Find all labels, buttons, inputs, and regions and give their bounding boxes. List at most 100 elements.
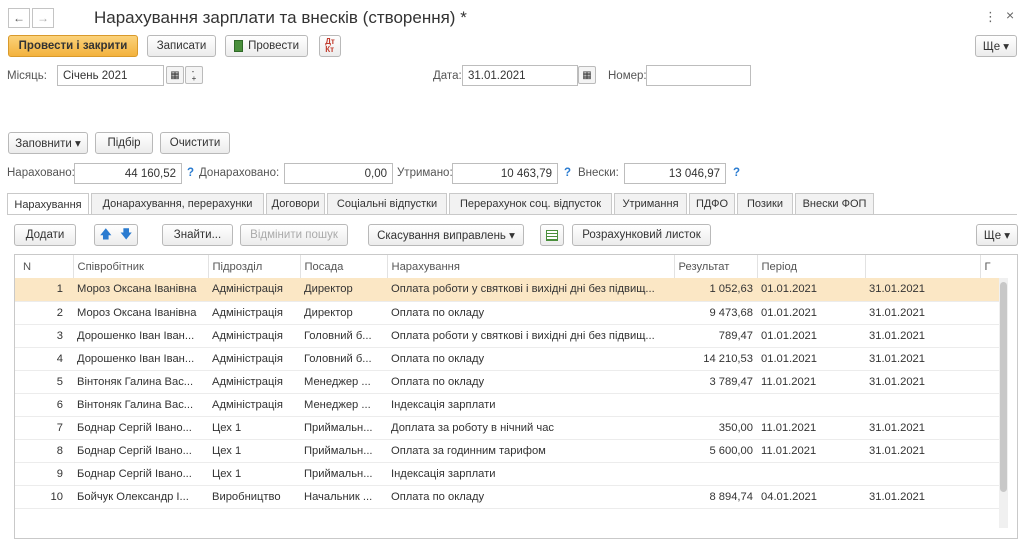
payslip-button[interactable]: Розрахунковий листок xyxy=(572,224,711,246)
cell-period[interactable]: 01.01.2021 xyxy=(757,347,865,371)
cell-department[interactable]: Адміністрація xyxy=(208,370,300,394)
vertical-scrollbar[interactable] xyxy=(999,278,1008,528)
tab-accruals[interactable]: Нарахування xyxy=(7,193,89,215)
more-menu-icon[interactable]: ⋮ xyxy=(984,9,997,25)
col-period[interactable]: Період xyxy=(757,255,866,278)
calendar-icon[interactable]: ▦ xyxy=(166,66,184,84)
cell-extra[interactable] xyxy=(980,462,1000,486)
cell-period[interactable]: 11.01.2021 xyxy=(757,439,865,463)
cell-position[interactable]: Директор xyxy=(300,301,387,325)
cell-period-end[interactable]: 31.01.2021 xyxy=(865,278,980,302)
cell-accrual[interactable]: Оплата по окладу xyxy=(387,301,674,325)
select-button[interactable]: Підбір xyxy=(95,132,153,154)
table-row[interactable]: 3 Дорошенко Іван Іван... Адміністрація Голо… xyxy=(15,324,1000,348)
cell-period[interactable] xyxy=(757,393,865,417)
table-row[interactable]: 10 Бойчук Олександр І... Виробництво Началь… xyxy=(15,485,1000,509)
cell-period-end[interactable]: 31.01.2021 xyxy=(865,485,980,509)
cell-extra[interactable] xyxy=(980,278,1000,302)
cell-accrual[interactable]: Оплата роботи у святкові і вихідні дні б… xyxy=(387,324,674,348)
table-row[interactable]: 6 Вінтоняк Галина Вас... Адміністрація Мене… xyxy=(15,393,1000,417)
fill-button[interactable]: Заповнити ▾ xyxy=(8,132,88,154)
cell-number[interactable]: 3 xyxy=(15,324,73,348)
cell-period[interactable]: 01.01.2021 xyxy=(757,301,865,325)
withheld-help-icon[interactable]: ? xyxy=(564,167,571,179)
toolbar-more-button[interactable]: Ще ▾ xyxy=(975,35,1017,57)
cell-position[interactable]: Головний б... xyxy=(300,324,387,348)
col-accrual[interactable]: Нарахування xyxy=(387,255,675,278)
tab-social-leave-recalc[interactable]: Перерахунок соц. відпусток xyxy=(449,193,612,214)
cell-number[interactable]: 4 xyxy=(15,347,73,371)
table-row[interactable]: 2 Мороз Оксана Іванівна Адміністрація Дирек… xyxy=(15,301,1000,325)
cell-employee[interactable]: Бойчук Олександр І... xyxy=(73,485,208,509)
tab-fop-contributions[interactable]: Внески ФОП xyxy=(795,193,874,214)
col-extra[interactable]: Г xyxy=(980,255,1000,278)
cell-department[interactable]: Цех 1 xyxy=(208,439,300,463)
cell-department[interactable]: Адміністрація xyxy=(208,278,300,302)
cell-accrual[interactable]: Оплата по окладу xyxy=(387,485,674,509)
cell-number[interactable]: 9 xyxy=(15,462,73,486)
col-employee[interactable]: Співробітник xyxy=(73,255,209,278)
cell-employee[interactable]: Мороз Оксана Іванівна xyxy=(73,278,208,302)
cell-employee[interactable]: Вінтоняк Галина Вас... xyxy=(73,393,208,417)
cell-result[interactable] xyxy=(674,393,757,417)
cell-result[interactable]: 9 473,68 xyxy=(674,301,757,325)
col-department[interactable]: Підрозділ xyxy=(208,255,301,278)
cell-department[interactable]: Адміністрація xyxy=(208,324,300,348)
cell-period-end[interactable]: 31.01.2021 xyxy=(865,347,980,371)
cell-extra[interactable] xyxy=(980,485,1000,509)
cell-employee[interactable]: Дорошенко Іван Іван... xyxy=(73,347,208,371)
table-row[interactable]: 1 Мороз Оксана Іванівна Адміністрація Дирек… xyxy=(15,278,1000,302)
find-button[interactable]: Знайти... xyxy=(162,224,233,246)
forward-button[interactable]: → xyxy=(32,8,54,28)
tab-deductions[interactable]: Утримання xyxy=(614,193,687,214)
cell-result[interactable]: 14 210,53 xyxy=(674,347,757,371)
cell-employee[interactable]: Боднар Сергій Івано... xyxy=(73,439,208,463)
tab-pit[interactable]: ПДФО xyxy=(689,193,735,214)
cell-position[interactable]: Приймальн... xyxy=(300,416,387,440)
tab-loans[interactable]: Позики xyxy=(737,193,793,214)
cell-extra[interactable] xyxy=(980,301,1000,325)
cell-department[interactable]: Адміністрація xyxy=(208,301,300,325)
move-up-icon[interactable]: 🡅 xyxy=(100,225,112,246)
cell-period[interactable]: 04.01.2021 xyxy=(757,485,865,509)
cell-period[interactable]: 01.01.2021 xyxy=(757,278,865,302)
table-row[interactable]: 7 Боднар Сергій Івано... Цех 1 Приймальн...… xyxy=(15,416,1000,440)
cell-number[interactable]: 10 xyxy=(15,485,73,509)
cell-number[interactable]: 8 xyxy=(15,439,73,463)
cell-result[interactable]: 1 052,63 xyxy=(674,278,757,302)
cell-period[interactable]: 11.01.2021 xyxy=(757,370,865,394)
accrued-help-icon[interactable]: ? xyxy=(187,167,194,179)
cell-result[interactable]: 789,47 xyxy=(674,324,757,348)
save-button[interactable]: Записати xyxy=(147,35,216,57)
tab-social-leaves[interactable]: Соціальні відпустки xyxy=(327,193,447,214)
date-field[interactable]: 31.01.2021 xyxy=(462,65,578,86)
cell-period-end[interactable]: 31.01.2021 xyxy=(865,324,980,348)
cell-result[interactable]: 350,00 xyxy=(674,416,757,440)
cell-position[interactable]: Менеджер ... xyxy=(300,370,387,394)
cell-department[interactable]: Адміністрація xyxy=(208,393,300,417)
cell-extra[interactable] xyxy=(980,324,1000,348)
cell-number[interactable]: 7 xyxy=(15,416,73,440)
clear-button[interactable]: Очистити xyxy=(160,132,230,154)
back-button[interactable]: ← xyxy=(8,8,30,28)
cell-period-end[interactable]: 31.01.2021 xyxy=(865,370,980,394)
cell-accrual[interactable]: Оплата по окладу xyxy=(387,370,674,394)
cell-number[interactable]: 2 xyxy=(15,301,73,325)
cell-position[interactable]: Менеджер ... xyxy=(300,393,387,417)
date-calendar-icon[interactable]: ▦ xyxy=(578,66,596,84)
cancel-search-button[interactable]: Відмінити пошук xyxy=(240,224,348,246)
cell-accrual[interactable]: Доплата за роботу в нічний час xyxy=(387,416,674,440)
cell-position[interactable]: Приймальн... xyxy=(300,439,387,463)
cell-position[interactable]: Директор xyxy=(300,278,387,302)
cell-extra[interactable] xyxy=(980,393,1000,417)
cell-accrual[interactable]: Індексація зарплати xyxy=(387,393,674,417)
add-row-button[interactable]: Додати xyxy=(14,224,76,246)
table-row[interactable]: 9 Боднар Сергій Івано... Цех 1 Приймальн...… xyxy=(15,462,1000,486)
cell-period[interactable]: 11.01.2021 xyxy=(757,416,865,440)
cell-result[interactable] xyxy=(674,462,757,486)
table-row[interactable]: 4 Дорошенко Іван Іван... Адміністрація Голо… xyxy=(15,347,1000,371)
tab-contracts[interactable]: Договори xyxy=(266,193,325,214)
cell-accrual[interactable]: Оплата по окладу xyxy=(387,347,674,371)
cell-employee[interactable]: Вінтоняк Галина Вас... xyxy=(73,370,208,394)
col-number[interactable]: N xyxy=(15,255,74,278)
